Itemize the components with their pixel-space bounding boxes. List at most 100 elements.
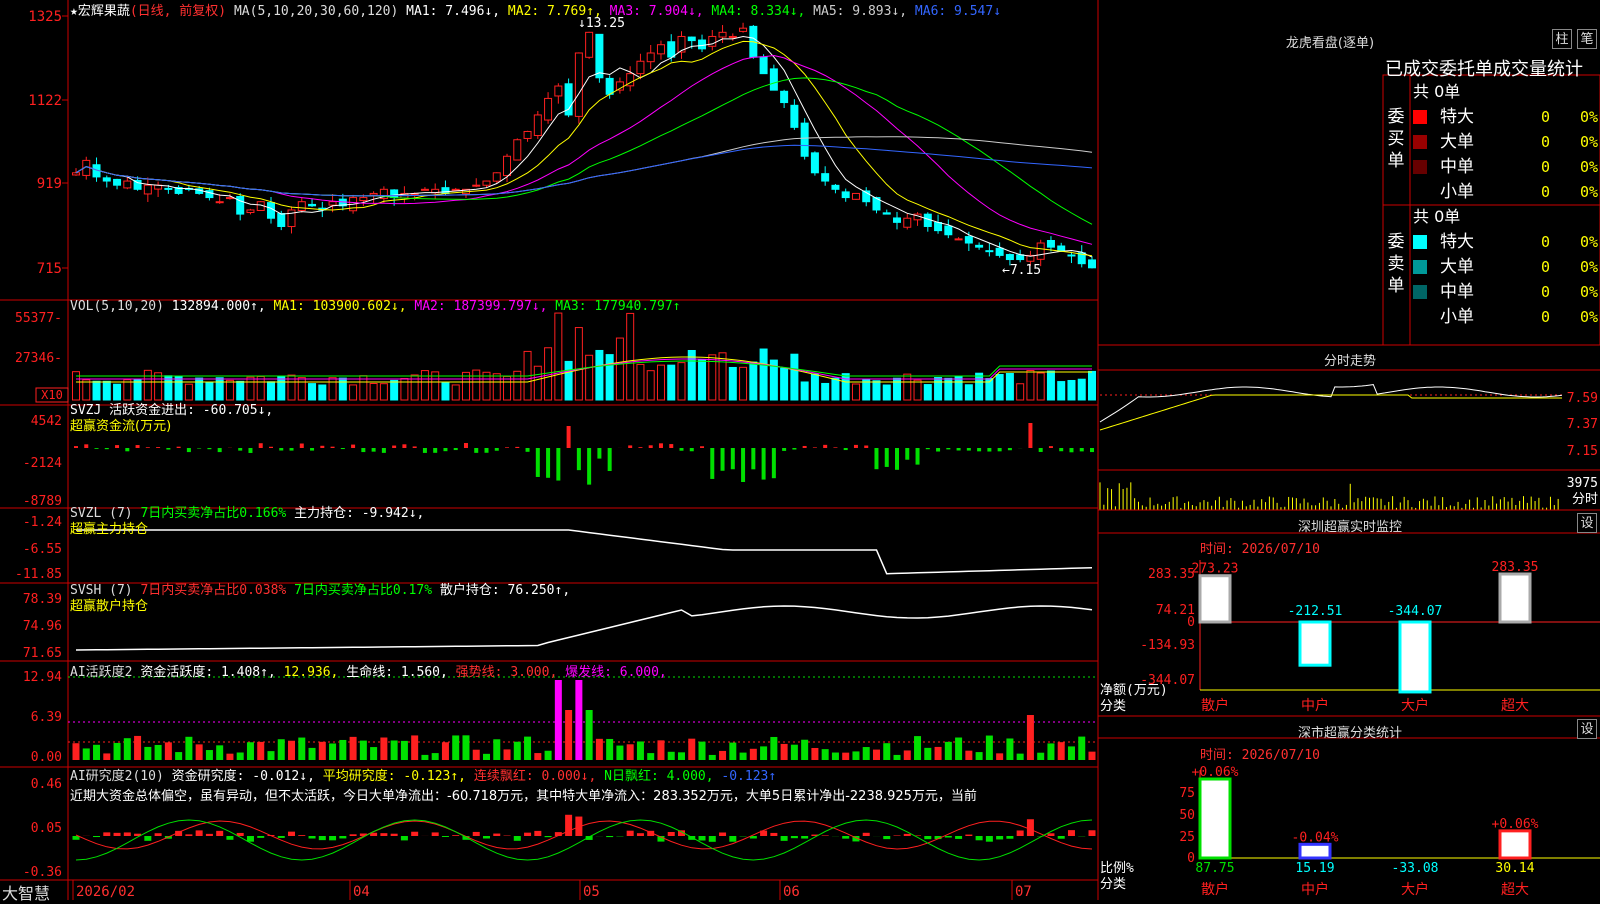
svzj-bar — [987, 448, 991, 452]
svzj-bar — [916, 448, 920, 465]
volume-bar — [206, 383, 213, 400]
buy-row-value: 0 — [1541, 183, 1550, 201]
svzj-bar — [608, 448, 612, 471]
vol-ma3: MA3: 177940.797↑ — [555, 299, 680, 314]
volume-bar — [873, 381, 880, 400]
volume-bar — [134, 380, 141, 400]
ai1-bar — [688, 739, 695, 760]
svzj-bar — [659, 443, 663, 448]
ai1-bar — [832, 753, 839, 760]
ai1-a: 资金活跃度: 1.408↑, — [140, 665, 275, 680]
svzj-bar — [679, 448, 683, 451]
candle-body — [1058, 246, 1065, 251]
volume-bar — [421, 371, 428, 400]
svzj-bar — [197, 448, 201, 449]
ai2-bar — [483, 836, 490, 838]
sz-class-category: 超大 — [1501, 882, 1529, 898]
sz-monitor-bar — [1500, 574, 1530, 622]
svzj-bar — [792, 448, 796, 450]
bar-mode-button[interactable]: 柱 — [1552, 29, 1572, 49]
volume-group — [73, 313, 1096, 400]
svzj-bar — [556, 448, 560, 481]
svzj-bar — [628, 445, 632, 448]
ai1-bar — [380, 738, 387, 760]
svzj-bar — [864, 445, 868, 448]
ai2-bar — [637, 833, 644, 836]
period-label[interactable]: (日线, 前复权) — [130, 4, 226, 19]
buy-side-label: 委 — [1388, 107, 1405, 127]
vol-tick-label: 27346- — [15, 351, 62, 366]
ai2-b: 平均研究度: -0.123↑, — [323, 769, 466, 784]
volume-bar — [586, 355, 593, 400]
volume-bar — [350, 385, 357, 400]
ai2-bar — [688, 836, 695, 840]
volume-bar — [319, 385, 326, 400]
sz-monitor-value: 273.23 — [1192, 562, 1239, 577]
ai1-bar — [904, 750, 911, 760]
candle-body — [904, 218, 911, 227]
volume-bar — [1027, 371, 1034, 400]
ai1-bar — [226, 754, 233, 760]
svzj-bar — [423, 448, 427, 453]
volume-bar — [114, 384, 121, 400]
sz-monitor-tick: -134.93 — [1140, 638, 1195, 653]
ai1-bar — [986, 736, 993, 760]
ai2-line-red — [76, 821, 1092, 849]
svzj-bar — [279, 448, 283, 451]
svzj-bar — [772, 448, 776, 478]
sz-class-top-label: -0.04% — [1292, 830, 1339, 845]
candle-body — [216, 202, 223, 203]
svsh-header: SVSH (7) 7日内买卖净占比0.038% 7日内买卖净占比0.17% 散户… — [70, 583, 570, 615]
candle-body — [1006, 255, 1013, 260]
candle-body — [504, 156, 511, 175]
ai2-bar — [719, 833, 726, 836]
ai1-bar — [329, 743, 336, 760]
volume-bar — [216, 378, 223, 400]
svsh-red: 7日内买卖净占比0.038% — [140, 583, 286, 598]
svzj-bar — [936, 448, 940, 452]
volume-bar — [832, 378, 839, 400]
stock-name[interactable]: ★宏辉果蔬 — [70, 4, 130, 19]
ai1-e: 爆发线: 6.000, — [565, 665, 667, 680]
ai1-bar — [586, 710, 593, 760]
svzj-bar — [1049, 446, 1053, 448]
volume-bar — [575, 328, 582, 400]
ai1-bar — [247, 742, 254, 760]
ai2-tick-label: 0.05 — [31, 821, 62, 836]
ai2-bar — [380, 833, 387, 836]
volume-bar — [103, 381, 110, 400]
svzj-bar — [998, 448, 1002, 451]
volume-bar — [750, 362, 757, 400]
ai2-tick-label: 0.46 — [31, 777, 62, 792]
volume-bar — [904, 374, 911, 400]
volume-bar — [545, 348, 552, 400]
ai1-bar — [873, 750, 880, 760]
candle-body — [606, 78, 613, 94]
ai1-bar — [1027, 715, 1034, 760]
svzj-bar — [218, 448, 222, 452]
svzj-bar — [721, 448, 725, 471]
ai1-bar — [842, 753, 849, 760]
sz-class-settings-button[interactable]: 设 — [1577, 719, 1597, 739]
volume-bar — [247, 377, 254, 400]
x-axis-label: 2026/02 — [76, 884, 135, 900]
volume-bar — [298, 378, 305, 400]
volume-bar — [606, 355, 613, 400]
svzj-bar — [546, 448, 550, 478]
ma4-value: MA4: 8.334↓, — [711, 4, 805, 19]
ai1-bar — [319, 742, 326, 760]
candle-body — [493, 173, 500, 181]
ai1-tick-label: 6.39 — [31, 710, 62, 725]
ma3-line — [76, 56, 1092, 245]
sz-monitor-settings-button[interactable]: 设 — [1577, 513, 1597, 533]
ai1-bar — [1058, 742, 1065, 760]
candle-body — [442, 188, 449, 194]
svzj-bar — [95, 448, 99, 449]
tick-mode-button[interactable]: 笔 — [1577, 29, 1597, 49]
ai1-bar — [791, 745, 798, 760]
candle-body — [729, 36, 736, 37]
svzj-bar — [166, 448, 170, 450]
svsh-tick-label: 71.65 — [23, 646, 62, 661]
candle-body — [298, 202, 305, 211]
sz-class-category: 散户 — [1201, 881, 1229, 898]
